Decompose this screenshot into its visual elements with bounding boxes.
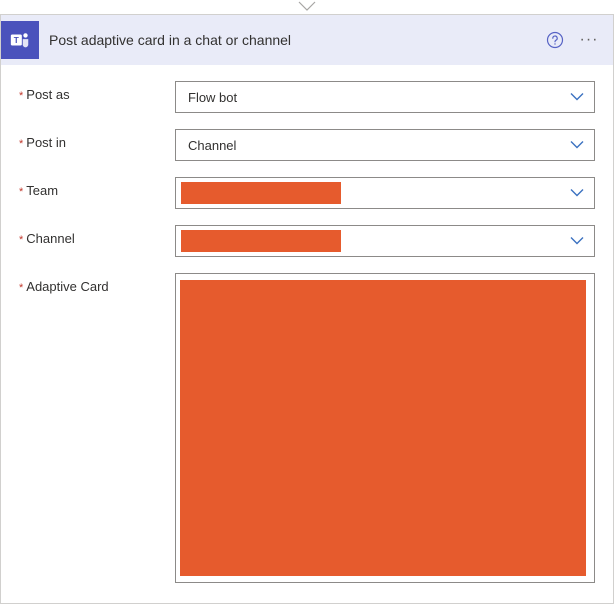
field-adaptive-card: * Adaptive Card (19, 273, 595, 583)
card-title: Post adaptive card in a chat or channel (49, 32, 535, 48)
channel-select[interactable] (175, 225, 595, 257)
field-label-wrap: * Post as (19, 81, 175, 102)
team-select[interactable] (175, 177, 595, 209)
field-label: Channel (26, 231, 74, 246)
post-in-select[interactable]: Channel (175, 129, 595, 161)
teams-icon: T (1, 21, 39, 59)
svg-text:T: T (14, 36, 19, 45)
field-label: Adaptive Card (26, 279, 108, 294)
redacted-value (181, 230, 341, 252)
field-control (175, 177, 595, 209)
chevron-down-icon (570, 234, 584, 249)
required-marker: * (19, 235, 23, 246)
field-control (175, 225, 595, 257)
ellipsis-icon: ··· (580, 31, 599, 49)
chevron-down-icon (570, 186, 584, 201)
field-team: * Team (19, 177, 595, 209)
field-label-wrap: * Channel (19, 225, 175, 246)
field-control: Flow bot (175, 81, 595, 113)
help-icon[interactable] (545, 30, 565, 50)
select-value: Flow bot (188, 90, 237, 105)
flow-connector-arrow (0, 0, 614, 14)
chevron-down-icon (297, 0, 317, 12)
field-control (175, 273, 595, 583)
field-label-wrap: * Team (19, 177, 175, 198)
field-control: Channel (175, 129, 595, 161)
field-label: Post as (26, 87, 69, 102)
field-label: Team (26, 183, 58, 198)
select-value: Channel (188, 138, 236, 153)
chevron-down-icon (570, 90, 584, 105)
post-as-select[interactable]: Flow bot (175, 81, 595, 113)
required-marker: * (19, 139, 23, 150)
more-menu-button[interactable]: ··· (575, 26, 603, 54)
redacted-value (180, 280, 586, 576)
required-marker: * (19, 283, 23, 294)
field-post-as: * Post as Flow bot (19, 81, 595, 113)
field-label: Post in (26, 135, 66, 150)
field-label-wrap: * Adaptive Card (19, 273, 175, 294)
adaptive-card-textarea[interactable] (175, 273, 595, 583)
field-post-in: * Post in Channel (19, 129, 595, 161)
redacted-value (181, 182, 341, 204)
card-header[interactable]: T Post adaptive card in a chat or channe… (1, 15, 613, 65)
required-marker: * (19, 91, 23, 102)
required-marker: * (19, 187, 23, 198)
card-body: * Post as Flow bot * Post in Channel (1, 65, 613, 603)
chevron-down-icon (570, 138, 584, 153)
field-channel: * Channel (19, 225, 595, 257)
action-card: T Post adaptive card in a chat or channe… (0, 14, 614, 604)
field-label-wrap: * Post in (19, 129, 175, 150)
